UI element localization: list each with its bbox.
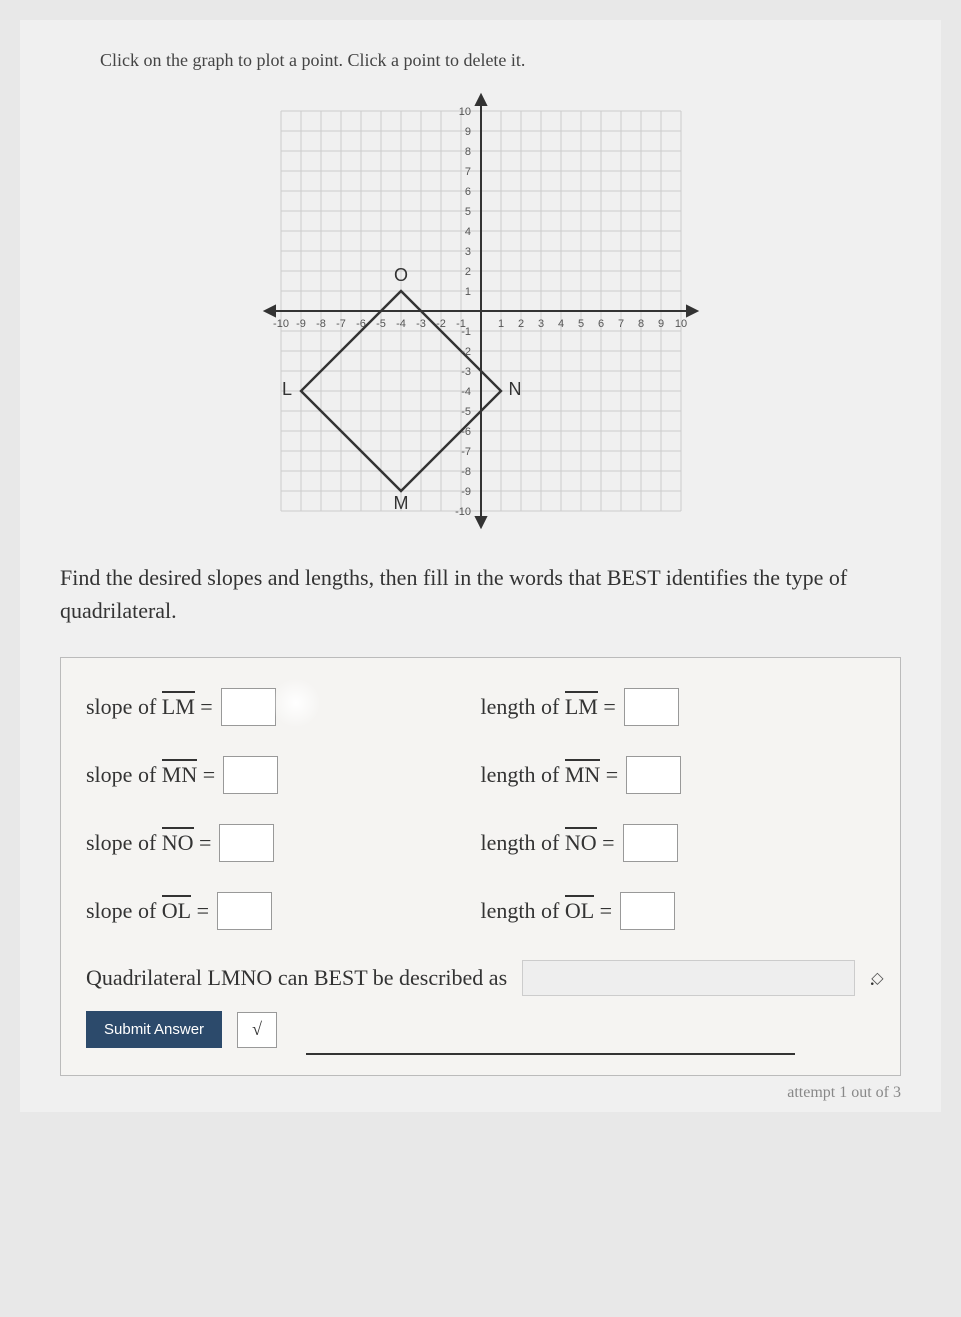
- slope-ol-input[interactable]: [217, 892, 272, 930]
- svg-text:4: 4: [464, 226, 470, 238]
- length-lm-label: length of LM =: [481, 694, 616, 720]
- svg-text:-5: -5: [376, 318, 386, 330]
- svg-text:-6: -6: [461, 426, 471, 438]
- svg-text:3: 3: [464, 246, 470, 258]
- question-text: Find the desired slopes and lengths, the…: [60, 561, 901, 627]
- svg-text:9: 9: [657, 318, 663, 330]
- svg-text:2: 2: [517, 318, 523, 330]
- svg-text:6: 6: [597, 318, 603, 330]
- slope-mn-label: slope of MN =: [86, 762, 215, 788]
- svg-text:-4: -4: [461, 386, 471, 398]
- coordinate-graph[interactable]: -10 -9 -8 -7 -6 -5 -4 -3 -2 -1 1 2 3 4 5 6 7 8 9 10 10 9 8 7 6…: [221, 91, 741, 531]
- sqrt-icon: √: [252, 1019, 262, 1040]
- footer-divider: [306, 1053, 795, 1055]
- svg-text:2: 2: [464, 266, 470, 278]
- svg-text:7: 7: [464, 166, 470, 178]
- attempt-counter: attempt 1 out of 3: [60, 1084, 901, 1102]
- svg-text:-3: -3: [461, 366, 471, 378]
- svg-text:-10: -10: [273, 318, 289, 330]
- svg-text:10: 10: [674, 318, 686, 330]
- graph-container: -10 -9 -8 -7 -6 -5 -4 -3 -2 -1 1 2 3 4 5 6 7 8 9 10 10 9 8 7 6…: [60, 91, 901, 531]
- svg-text:6: 6: [464, 186, 470, 198]
- slope-no-input[interactable]: [219, 824, 274, 862]
- row-lm: slope of LM = length of LM =: [86, 688, 875, 726]
- length-no-label: length of NO =: [481, 830, 615, 856]
- svg-text:1: 1: [464, 286, 470, 298]
- quad-type-select[interactable]: ◇: [522, 960, 854, 996]
- submit-answer-button[interactable]: Submit Answer: [86, 1011, 222, 1048]
- svg-text:-8: -8: [461, 466, 471, 478]
- quad-label: Quadrilateral LMNO can BEST be described…: [86, 965, 507, 991]
- svg-text:8: 8: [464, 146, 470, 158]
- slope-lm-label: slope of LM =: [86, 694, 213, 720]
- svg-text:10: 10: [458, 106, 470, 118]
- length-ol-label: length of OL =: [481, 898, 613, 924]
- svg-text:-2: -2: [436, 318, 446, 330]
- svg-text:3: 3: [537, 318, 543, 330]
- svg-text:-5: -5: [461, 406, 471, 418]
- svg-text:-3: -3: [416, 318, 426, 330]
- quadrilateral-type-row: Quadrilateral LMNO can BEST be described…: [86, 960, 875, 996]
- svg-text:-2: -2: [461, 346, 471, 358]
- svg-text:8: 8: [637, 318, 643, 330]
- length-mn-label: length of MN =: [481, 762, 619, 788]
- vertex-label-m: M: [393, 493, 408, 513]
- row-ol: slope of OL = length of OL =: [86, 892, 875, 930]
- length-mn-input[interactable]: [626, 756, 681, 794]
- svg-text:-10: -10: [455, 506, 471, 518]
- svg-text:5: 5: [577, 318, 583, 330]
- vertex-label-o: O: [393, 265, 407, 285]
- svg-text:-4: -4: [396, 318, 406, 330]
- slope-mn-input[interactable]: [223, 756, 278, 794]
- sqrt-button[interactable]: √: [237, 1012, 277, 1048]
- slope-lm-input[interactable]: [221, 688, 276, 726]
- graph-instruction: Click on the graph to plot a point. Clic…: [60, 50, 901, 71]
- row-no: slope of NO = length of NO =: [86, 824, 875, 862]
- svg-text:-6: -6: [356, 318, 366, 330]
- svg-text:-7: -7: [336, 318, 346, 330]
- select-chevron-icon: ◇: [871, 968, 883, 988]
- svg-text:1: 1: [497, 318, 503, 330]
- vertex-label-l: L: [281, 379, 291, 399]
- answer-panel: slope of LM = length of LM = slope of MN…: [60, 657, 901, 1076]
- vertex-label-n: N: [508, 379, 521, 399]
- length-no-input[interactable]: [623, 824, 678, 862]
- slope-ol-label: slope of OL =: [86, 898, 209, 924]
- length-lm-input[interactable]: [624, 688, 679, 726]
- length-ol-input[interactable]: [620, 892, 675, 930]
- svg-text:-8: -8: [316, 318, 326, 330]
- svg-text:4: 4: [557, 318, 563, 330]
- svg-text:9: 9: [464, 126, 470, 138]
- svg-text:7: 7: [617, 318, 623, 330]
- svg-text:-1: -1: [461, 326, 471, 338]
- worksheet-page: Click on the graph to plot a point. Clic…: [20, 20, 941, 1112]
- svg-text:-9: -9: [296, 318, 306, 330]
- row-mn: slope of MN = length of MN =: [86, 756, 875, 794]
- svg-text:5: 5: [464, 206, 470, 218]
- axes: [265, 95, 697, 527]
- slope-no-label: slope of NO =: [86, 830, 211, 856]
- svg-text:-7: -7: [461, 446, 471, 458]
- svg-text:-9: -9: [461, 486, 471, 498]
